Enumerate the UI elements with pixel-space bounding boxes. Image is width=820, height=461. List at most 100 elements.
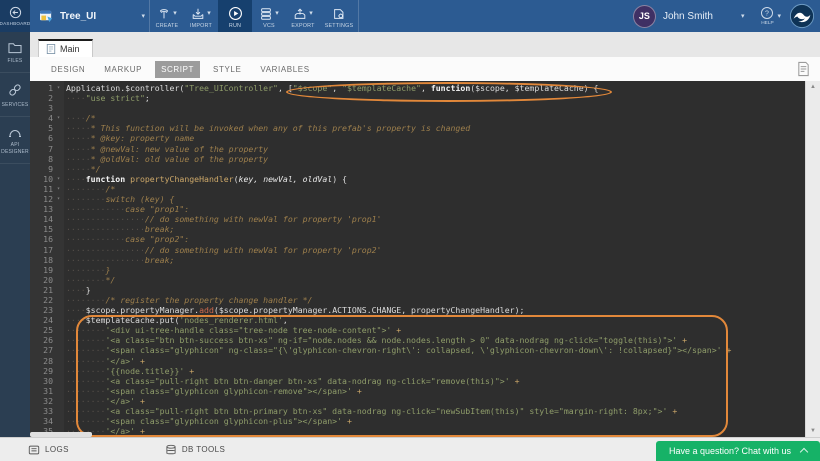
gutter-line-number[interactable]: 27 bbox=[30, 345, 64, 355]
code-line[interactable]: ·····* This function will be invoked whe… bbox=[66, 123, 806, 133]
code-line[interactable]: ········'</a>' + bbox=[66, 426, 806, 436]
gutter-line-number[interactable]: 34 bbox=[30, 416, 64, 426]
code-line[interactable]: ····} bbox=[66, 285, 806, 295]
code-line[interactable]: ········/* bbox=[66, 184, 806, 194]
gutter-line-number[interactable]: 9 bbox=[30, 164, 64, 174]
code-line[interactable] bbox=[66, 103, 806, 113]
gutter-line-number[interactable]: 26 bbox=[30, 335, 64, 345]
sidebar-item-services[interactable]: SERVICES bbox=[0, 73, 30, 117]
gutter-line-number[interactable]: 4▾ bbox=[30, 113, 64, 123]
chat-with-us-button[interactable]: Have a question? Chat with us bbox=[656, 441, 820, 461]
gutter-line-number[interactable]: 16 bbox=[30, 234, 64, 244]
toolbar-import-button[interactable]: ▾ IMPORT bbox=[184, 0, 218, 32]
code-line[interactable]: ····"use strict"; bbox=[66, 93, 806, 103]
format-code-icon[interactable] bbox=[796, 61, 811, 77]
toolbar-create-button[interactable]: ▾ CREATE bbox=[150, 0, 184, 32]
gutter-line-number[interactable]: 31 bbox=[30, 386, 64, 396]
editor-gutter[interactable]: 1▾234▾5678910▾11▾12▾13141516171819202122… bbox=[30, 81, 64, 437]
gutter-line-number[interactable]: 13 bbox=[30, 204, 64, 214]
fold-toggle-icon[interactable]: ▾ bbox=[53, 113, 64, 123]
gutter-line-number[interactable]: 6 bbox=[30, 133, 64, 143]
db-tools-button[interactable]: DB TOOLS bbox=[165, 444, 225, 456]
tab-style[interactable]: STYLE bbox=[207, 61, 247, 78]
code-line[interactable]: ····function propertyChangeHandler(key, … bbox=[66, 174, 806, 184]
tab-variables[interactable]: VARIABLES bbox=[254, 61, 315, 78]
gutter-line-number[interactable]: 22 bbox=[30, 295, 64, 305]
toolbar-vcs-button[interactable]: ▾ VCS bbox=[252, 0, 286, 32]
code-line[interactable]: ········'<a class="btn btn-success btn-x… bbox=[66, 335, 806, 345]
tab-main[interactable]: Main bbox=[38, 39, 93, 57]
sidebar-item-files[interactable]: FILES bbox=[0, 32, 30, 73]
code-line[interactable]: ········'<span class="glyphicon glyphico… bbox=[66, 386, 806, 396]
gutter-line-number[interactable]: 28 bbox=[30, 356, 64, 366]
fold-toggle-icon[interactable]: ▾ bbox=[53, 184, 64, 194]
code-line[interactable]: ········'<span class="glyphicon glyphico… bbox=[66, 416, 806, 426]
gutter-line-number[interactable]: 3 bbox=[30, 103, 64, 113]
editor-vertical-scrollbar[interactable]: ▲ ▼ bbox=[805, 81, 820, 437]
toolbar-settings-button[interactable]: SETTINGS bbox=[320, 0, 358, 32]
gutter-line-number[interactable]: 8 bbox=[30, 154, 64, 164]
tab-markup[interactable]: MARKUP bbox=[98, 61, 148, 78]
code-line[interactable]: ········'<div ui-tree-handle class="tree… bbox=[66, 325, 806, 335]
code-line[interactable]: ·····* @oldVal: old value of the propert… bbox=[66, 154, 806, 164]
code-line[interactable]: ········*/ bbox=[66, 275, 806, 285]
code-line[interactable]: ············case "prop1": bbox=[66, 204, 806, 214]
code-line[interactable]: ········'</a>' + bbox=[66, 396, 806, 406]
gutter-line-number[interactable]: 25 bbox=[30, 325, 64, 335]
code-line[interactable]: ········switch (key) { bbox=[66, 194, 806, 204]
code-line[interactable]: ····/* bbox=[66, 113, 806, 123]
gutter-line-number[interactable]: 7 bbox=[30, 144, 64, 154]
project-menu[interactable]: Tree_UI ▾ bbox=[39, 0, 149, 32]
code-line[interactable]: ·····*/ bbox=[66, 164, 806, 174]
user-menu-caret-icon[interactable]: ▾ bbox=[741, 13, 745, 20]
code-line[interactable]: ················break; bbox=[66, 255, 806, 265]
code-line[interactable]: ····$templateCache.put('nodes_renderer.h… bbox=[66, 315, 806, 325]
fold-toggle-icon[interactable]: ▾ bbox=[53, 174, 64, 184]
tab-design[interactable]: DESIGN bbox=[45, 61, 91, 78]
code-line[interactable]: ················// do something with new… bbox=[66, 214, 806, 224]
gutter-line-number[interactable]: 1▾ bbox=[30, 83, 64, 93]
gutter-line-number[interactable]: 15 bbox=[30, 224, 64, 234]
code-line[interactable]: ········'{{node.title}}' + bbox=[66, 366, 806, 376]
gutter-line-number[interactable]: 29 bbox=[30, 366, 64, 376]
code-line[interactable]: ················break; bbox=[66, 224, 806, 234]
code-line[interactable]: ········'<a class="pull-right btn btn-da… bbox=[66, 376, 806, 386]
gutter-line-number[interactable]: 14 bbox=[30, 214, 64, 224]
scroll-down-arrow-icon[interactable]: ▼ bbox=[806, 426, 820, 436]
code-line[interactable]: ········'<a class="pull-right btn btn-pr… bbox=[66, 406, 806, 416]
help-caret-icon[interactable]: ▾ bbox=[777, 13, 781, 20]
code-line[interactable]: ········/* register the property change … bbox=[66, 295, 806, 305]
gutter-line-number[interactable]: 12▾ bbox=[30, 194, 64, 204]
tab-script[interactable]: SCRIPT bbox=[155, 61, 200, 78]
gutter-line-number[interactable]: 17 bbox=[30, 245, 64, 255]
editor-code[interactable]: Application.$controller("Tree_UIControll… bbox=[64, 81, 806, 437]
code-line[interactable]: ········'<span class="glyphicon" ng-clas… bbox=[66, 345, 806, 355]
code-line[interactable]: ·····* @key: property name bbox=[66, 133, 806, 143]
gutter-line-number[interactable]: 20 bbox=[30, 275, 64, 285]
gutter-line-number[interactable]: 24 bbox=[30, 315, 64, 325]
gutter-line-number[interactable]: 19 bbox=[30, 265, 64, 275]
dashboard-button[interactable]: DASHBOARD bbox=[0, 0, 30, 32]
gutter-line-number[interactable]: 30 bbox=[30, 376, 64, 386]
toolbar-export-button[interactable]: ▾ EXPORT bbox=[286, 0, 320, 32]
code-line[interactable]: ·····* @newVal: new value of the propert… bbox=[66, 144, 806, 154]
gutter-line-number[interactable]: 2 bbox=[30, 93, 64, 103]
gutter-line-number[interactable]: 33 bbox=[30, 406, 64, 416]
gutter-line-number[interactable]: 18 bbox=[30, 255, 64, 265]
code-line[interactable]: ············case "prop2": bbox=[66, 234, 806, 244]
code-line[interactable]: ····$scope.propertyManager.add($scope.pr… bbox=[66, 305, 806, 315]
gutter-line-number[interactable]: 5 bbox=[30, 123, 64, 133]
logs-button[interactable]: LOGS bbox=[28, 444, 69, 456]
toolbar-run-button[interactable]: RUN bbox=[218, 0, 252, 32]
fold-toggle-icon[interactable]: ▾ bbox=[53, 194, 64, 204]
gutter-line-number[interactable]: 11▾ bbox=[30, 184, 64, 194]
code-line[interactable]: ········} bbox=[66, 265, 806, 275]
code-line[interactable]: ················// do something with new… bbox=[66, 245, 806, 255]
gutter-line-number[interactable]: 10▾ bbox=[30, 174, 64, 184]
scroll-up-arrow-icon[interactable]: ▲ bbox=[806, 82, 820, 92]
help-button[interactable]: ? HELP bbox=[760, 6, 774, 26]
gutter-line-number[interactable]: 21 bbox=[30, 285, 64, 295]
sidebar-item-api-designer[interactable]: API DESIGNER bbox=[0, 117, 30, 164]
fold-toggle-icon[interactable]: ▾ bbox=[53, 83, 64, 93]
user-avatar[interactable]: JS bbox=[633, 5, 656, 28]
